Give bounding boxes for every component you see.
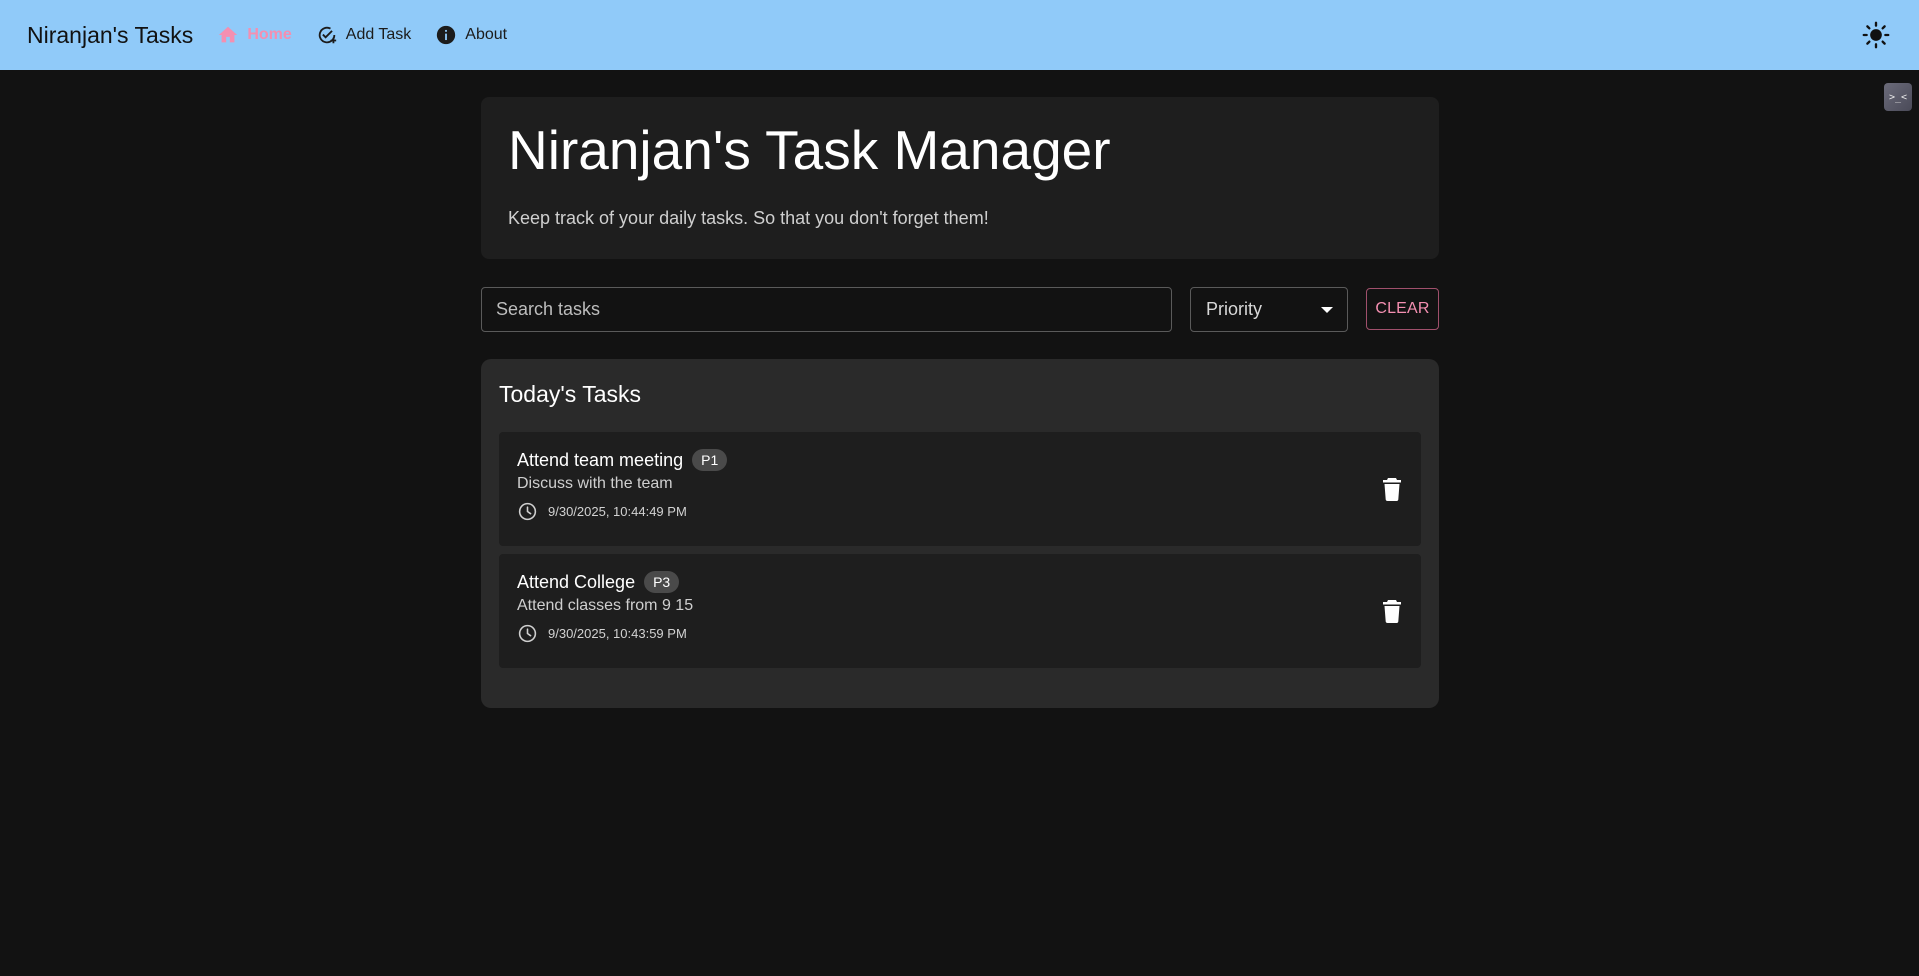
trash-icon <box>1383 478 1401 501</box>
nav-add-task[interactable]: Add Task <box>316 24 412 46</box>
priority-select[interactable]: Priority <box>1190 287 1348 332</box>
task-title: Attend team meeting <box>517 449 684 470</box>
task-title: Attend College <box>517 571 636 592</box>
add-task-icon <box>318 26 336 44</box>
task-title-row: Attend College P3 <box>517 571 1403 593</box>
info-icon <box>437 25 456 45</box>
search-input[interactable] <box>481 287 1172 332</box>
task-title-row: Attend team meeting P1 <box>517 449 1403 471</box>
task-timestamp: 9/30/2025, 10:44:49 PM <box>548 504 687 519</box>
delete-task-button[interactable] <box>1379 476 1405 502</box>
task-list: Attend team meeting P1 Discuss with the … <box>499 432 1421 668</box>
priority-chip: P3 <box>644 571 680 593</box>
task-item[interactable]: Attend team meeting P1 Discuss with the … <box>499 432 1421 546</box>
nav-home-label: Home <box>247 26 292 43</box>
sun-icon <box>1862 21 1890 49</box>
task-timestamp: 9/30/2025, 10:43:59 PM <box>548 626 687 641</box>
tasks-heading: Today's Tasks <box>499 381 642 407</box>
tasks-panel: Today's Tasks Attend team meeting P1 Dis… <box>481 359 1439 708</box>
task-item[interactable]: Attend College P3 Attend classes from 9 … <box>499 554 1421 668</box>
nav-about[interactable]: About <box>435 24 507 46</box>
delete-task-button[interactable] <box>1379 598 1405 624</box>
task-time-row: 9/30/2025, 10:43:59 PM <box>517 623 1403 644</box>
extension-icon[interactable]: >_< <box>1884 83 1912 111</box>
app-bar: Niranjan's Tasks Home Add Task About <box>0 0 1919 70</box>
clock-icon <box>518 502 537 521</box>
page-subtitle: Keep track of your daily tasks. So that … <box>508 208 989 228</box>
brand-title[interactable]: Niranjan's Tasks <box>27 22 193 49</box>
task-description: Discuss with the team <box>517 475 673 492</box>
nav-about-label: About <box>465 26 508 43</box>
caret-down-icon <box>1321 306 1333 313</box>
clock-icon <box>518 624 537 643</box>
trash-icon <box>1383 600 1401 623</box>
task-time-row: 9/30/2025, 10:44:49 PM <box>517 501 1403 522</box>
theme-toggle-button[interactable] <box>1860 19 1892 51</box>
priority-chip: P1 <box>692 449 728 471</box>
home-icon <box>219 26 238 43</box>
nav-home[interactable]: Home <box>217 24 292 46</box>
priority-select-label: Priority <box>1206 299 1263 319</box>
clear-button[interactable]: CLEAR <box>1366 288 1439 330</box>
nav-add-task-label: Add Task <box>345 26 412 43</box>
page-title: Niranjan's Task Manager <box>508 119 1111 181</box>
hero-card: Niranjan's Task Manager Keep track of yo… <box>481 97 1439 259</box>
task-description: Attend classes from 9 15 <box>517 597 694 614</box>
